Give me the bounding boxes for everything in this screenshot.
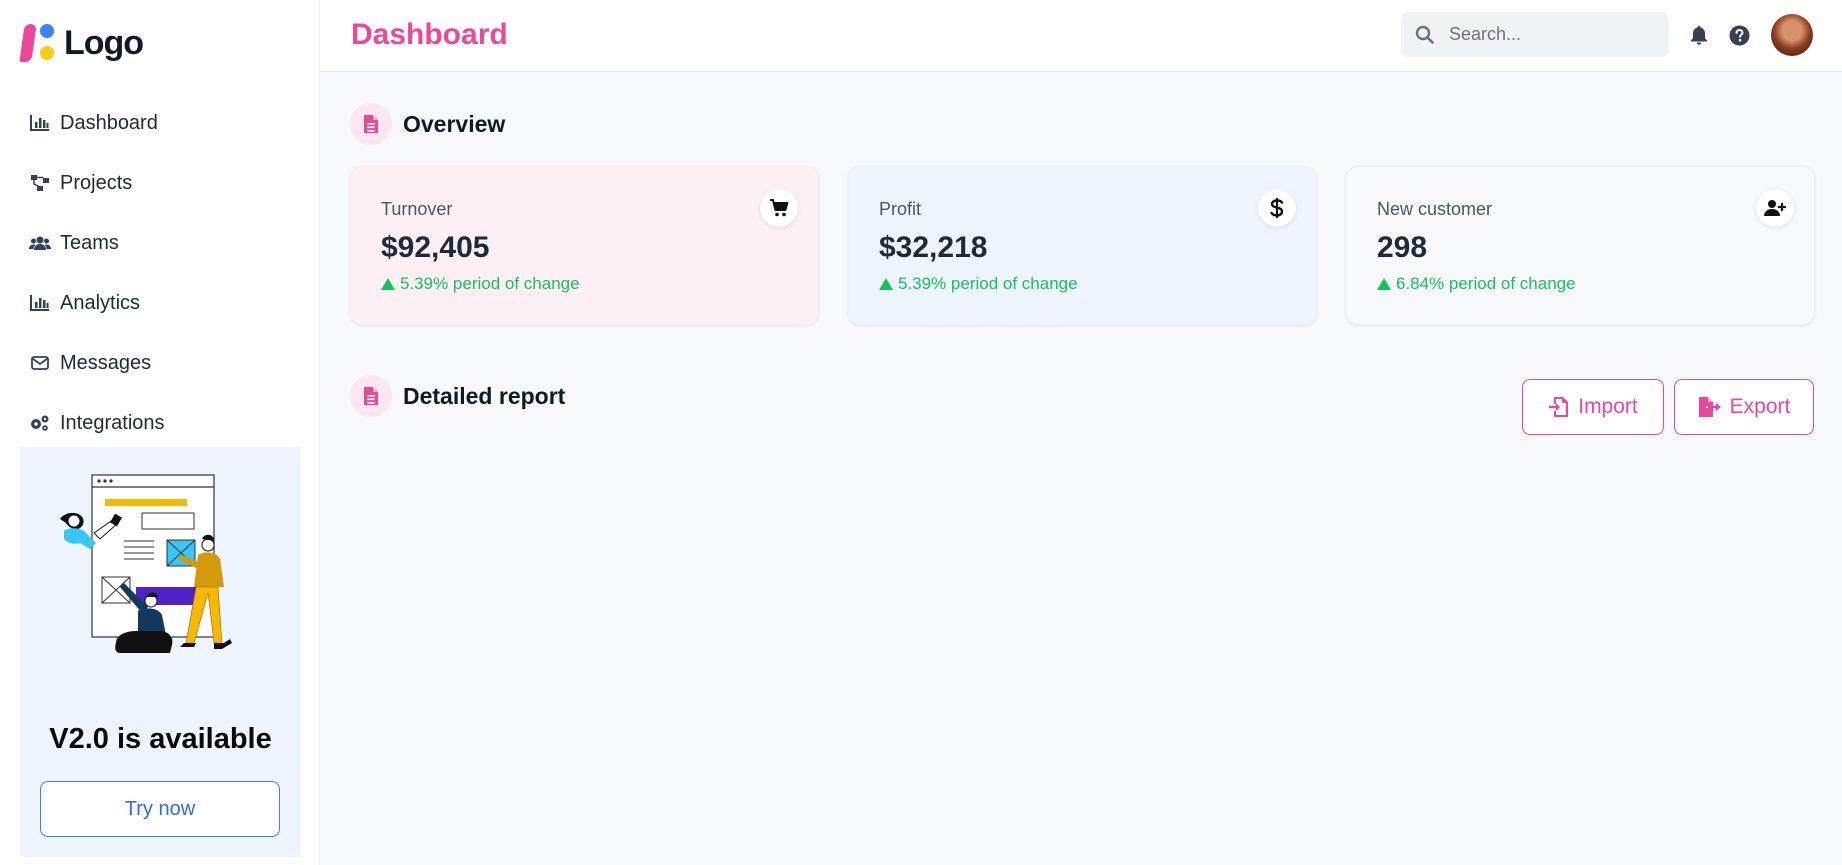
- envelope-icon: [29, 353, 51, 373]
- card-label: Turnover: [381, 199, 453, 219]
- search-input[interactable]: [1449, 24, 1649, 45]
- page-title: Dashboard: [351, 18, 508, 51]
- document-icon: [350, 375, 392, 417]
- bar-chart-icon: [29, 113, 51, 133]
- top-header: Dashboard: [320, 0, 1842, 72]
- sidebar-item-teams[interactable]: Teams: [0, 213, 320, 273]
- arrow-up-icon: [1377, 278, 1391, 290]
- section-title: Detailed report: [403, 382, 566, 409]
- sidebar-item-label: Teams: [60, 231, 119, 254]
- sidebar-item-projects[interactable]: Projects: [0, 153, 320, 213]
- logo[interactable]: Logo: [19, 22, 144, 64]
- sidebar-item-messages[interactable]: Messages: [0, 333, 320, 393]
- team-collaboration-illustration: [60, 474, 232, 653]
- cart-icon[interactable]: [760, 189, 798, 227]
- promo-title: V2.0 is available: [49, 723, 272, 755]
- avatar[interactable]: [1771, 14, 1813, 56]
- change-text: 6.84% period of change: [1396, 274, 1576, 293]
- card-value: $92,405: [381, 231, 490, 264]
- detailed-report-heading: Detailed report: [350, 375, 565, 417]
- bell-icon[interactable]: [1688, 24, 1710, 46]
- arrow-up-icon: [879, 278, 893, 290]
- change-text: 5.39% period of change: [898, 274, 1078, 293]
- card-label: Profit: [879, 199, 922, 219]
- card-label: New customer: [1377, 199, 1493, 219]
- try-now-button[interactable]: Try now: [40, 781, 280, 837]
- profit-card: Profit $32,218 5.39% period of change: [848, 166, 1317, 325]
- sidebar-item-integrations[interactable]: Integrations: [0, 393, 320, 453]
- card-change: 6.84% period of change: [1377, 274, 1576, 294]
- card-value: $32,218: [879, 231, 988, 264]
- logo-text: Logo: [64, 23, 144, 62]
- sidebar-item-label: Integrations: [60, 411, 165, 434]
- sidebar-item-label: Projects: [60, 171, 133, 194]
- bar-chart-icon: [29, 293, 51, 313]
- document-icon: [350, 103, 392, 145]
- help-icon[interactable]: [1728, 24, 1750, 46]
- change-text: 5.39% period of change: [400, 274, 580, 293]
- card-change: 5.39% period of change: [879, 274, 1078, 294]
- card-value: 298: [1377, 231, 1428, 264]
- sidebar-item-dashboard[interactable]: Dashboard: [0, 93, 320, 153]
- logo-icon: [19, 22, 56, 64]
- export-label: Export: [1729, 395, 1791, 418]
- search-icon: [1415, 25, 1435, 45]
- card-change: 5.39% period of change: [381, 274, 580, 294]
- sidebar-nav: Dashboard Projects Teams Analytics Messa…: [0, 93, 320, 453]
- new-customer-card: New customer 298 6.84% period of change: [1346, 166, 1815, 325]
- sidebar-item-label: Dashboard: [60, 111, 158, 134]
- export-button[interactable]: Export: [1674, 379, 1814, 435]
- upgrade-promo: V2.0 is available Try now: [20, 447, 301, 857]
- search-box[interactable]: [1401, 12, 1669, 57]
- file-export-icon: [1698, 397, 1721, 417]
- sitemap-icon: [29, 173, 51, 193]
- sidebar-item-label: Analytics: [60, 291, 141, 314]
- user-plus-icon[interactable]: [1756, 189, 1794, 227]
- section-title: Overview: [403, 110, 506, 137]
- turnover-card: Turnover $92,405 5.39% period of change: [350, 166, 819, 325]
- arrow-up-icon: [381, 278, 395, 290]
- dollar-icon[interactable]: [1258, 189, 1296, 227]
- users-icon: [29, 233, 51, 253]
- import-button[interactable]: Import: [1522, 379, 1664, 435]
- sidebar: Logo Dashboard Projects Teams Analytics: [0, 0, 320, 865]
- import-label: Import: [1578, 395, 1638, 418]
- gears-icon: [29, 413, 51, 433]
- sidebar-item-label: Messages: [60, 351, 152, 374]
- overview-heading: Overview: [350, 103, 505, 145]
- file-import-icon: [1549, 397, 1569, 417]
- sidebar-item-analytics[interactable]: Analytics: [0, 273, 320, 333]
